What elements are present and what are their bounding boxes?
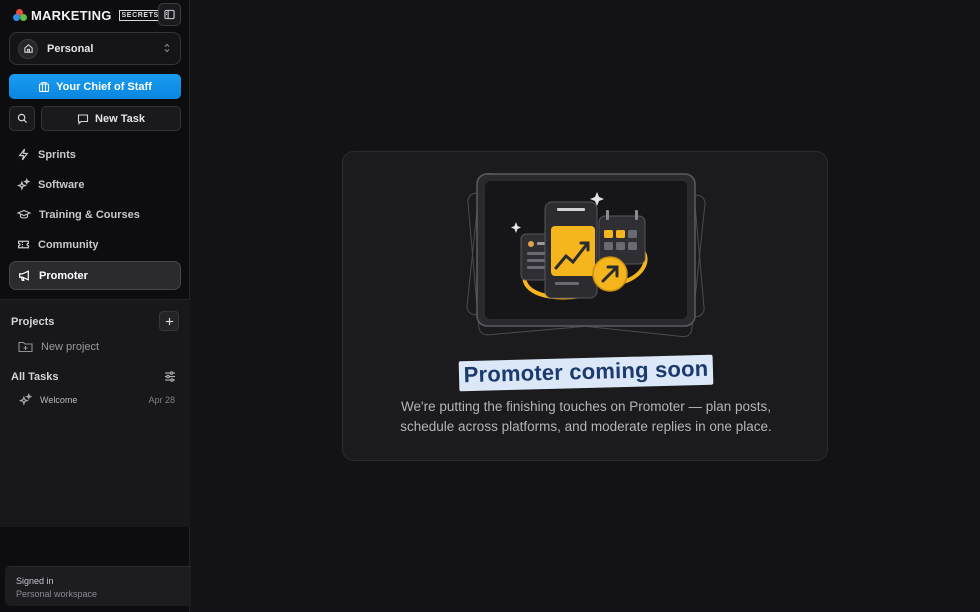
plus-icon [165, 317, 173, 325]
workspace-switcher[interactable]: Personal [9, 32, 181, 65]
task-date: Apr 28 [148, 394, 175, 405]
folder-plus-icon [18, 341, 33, 353]
nav-item-sprints[interactable]: Sprints [9, 140, 181, 169]
collapse-sidebar-button[interactable] [158, 3, 181, 26]
coming-soon-card: Promoter coming soon We're putting the f… [342, 151, 828, 461]
sparkles-icon [17, 178, 30, 191]
nav-label: Community [38, 238, 99, 251]
promoter-illustration [466, 172, 706, 338]
task-name: Welcome [40, 394, 78, 405]
filter-sliders-icon[interactable] [164, 371, 176, 382]
task-row[interactable]: Welcome Apr 28 [19, 393, 175, 406]
brand-tag: SECRETS [118, 9, 162, 21]
projects-heading: Projects [11, 316, 55, 328]
new-task-label: New Task [95, 112, 145, 125]
nav-label: Promoter [39, 269, 88, 282]
chief-of-staff-button[interactable]: Your Chief of Staff [9, 74, 181, 99]
ticket-icon [18, 240, 29, 249]
sidebar-toggle-icon [164, 9, 175, 20]
new-task-button[interactable]: New Task [41, 106, 181, 131]
workspace-name: Personal workspace [16, 589, 98, 599]
megaphone-icon [19, 270, 29, 281]
signed-in-status: Signed in [16, 576, 54, 586]
sidebar: MARKETING SECRETS Personal Your Chief of… [0, 0, 191, 612]
lightning-icon [18, 148, 29, 161]
nav-item-promoter[interactable]: Promoter [9, 261, 181, 290]
add-project-button[interactable] [159, 311, 179, 331]
all-tasks-heading: All Tasks [11, 371, 59, 383]
search-icon [17, 113, 27, 124]
nav-item-training[interactable]: Training & Courses [9, 200, 181, 229]
nav-label: Sprints [38, 148, 76, 161]
home-icon [18, 38, 38, 59]
new-project-link[interactable]: New project [18, 340, 99, 353]
chief-of-staff-label: Your Chief of Staff [56, 80, 152, 93]
chat-bubble-icon [77, 113, 89, 125]
graduation-cap-icon [17, 209, 31, 219]
brand-logo[interactable]: MARKETING SECRETS [13, 6, 162, 24]
projects-tasks-panel: Projects New project All Tasks Welcome A… [0, 299, 190, 527]
account-card[interactable]: Signed in Personal workspace [5, 566, 191, 606]
sparkles-icon [19, 393, 32, 406]
brand-mark-icon [13, 9, 27, 21]
nav-label: Software [38, 178, 85, 191]
search-button[interactable] [9, 106, 35, 131]
chevron-up-down-icon [164, 43, 170, 53]
nav-item-community[interactable]: Community [9, 230, 181, 259]
nav-label: Training & Courses [39, 208, 140, 221]
nav-item-software[interactable]: Software [9, 170, 181, 199]
new-project-label: New project [41, 340, 100, 353]
building-icon [39, 81, 50, 92]
page-description: We're putting the finishing touches on P… [400, 399, 772, 434]
workspace-label: Personal [47, 42, 94, 55]
brand-name: MARKETING [31, 7, 112, 23]
